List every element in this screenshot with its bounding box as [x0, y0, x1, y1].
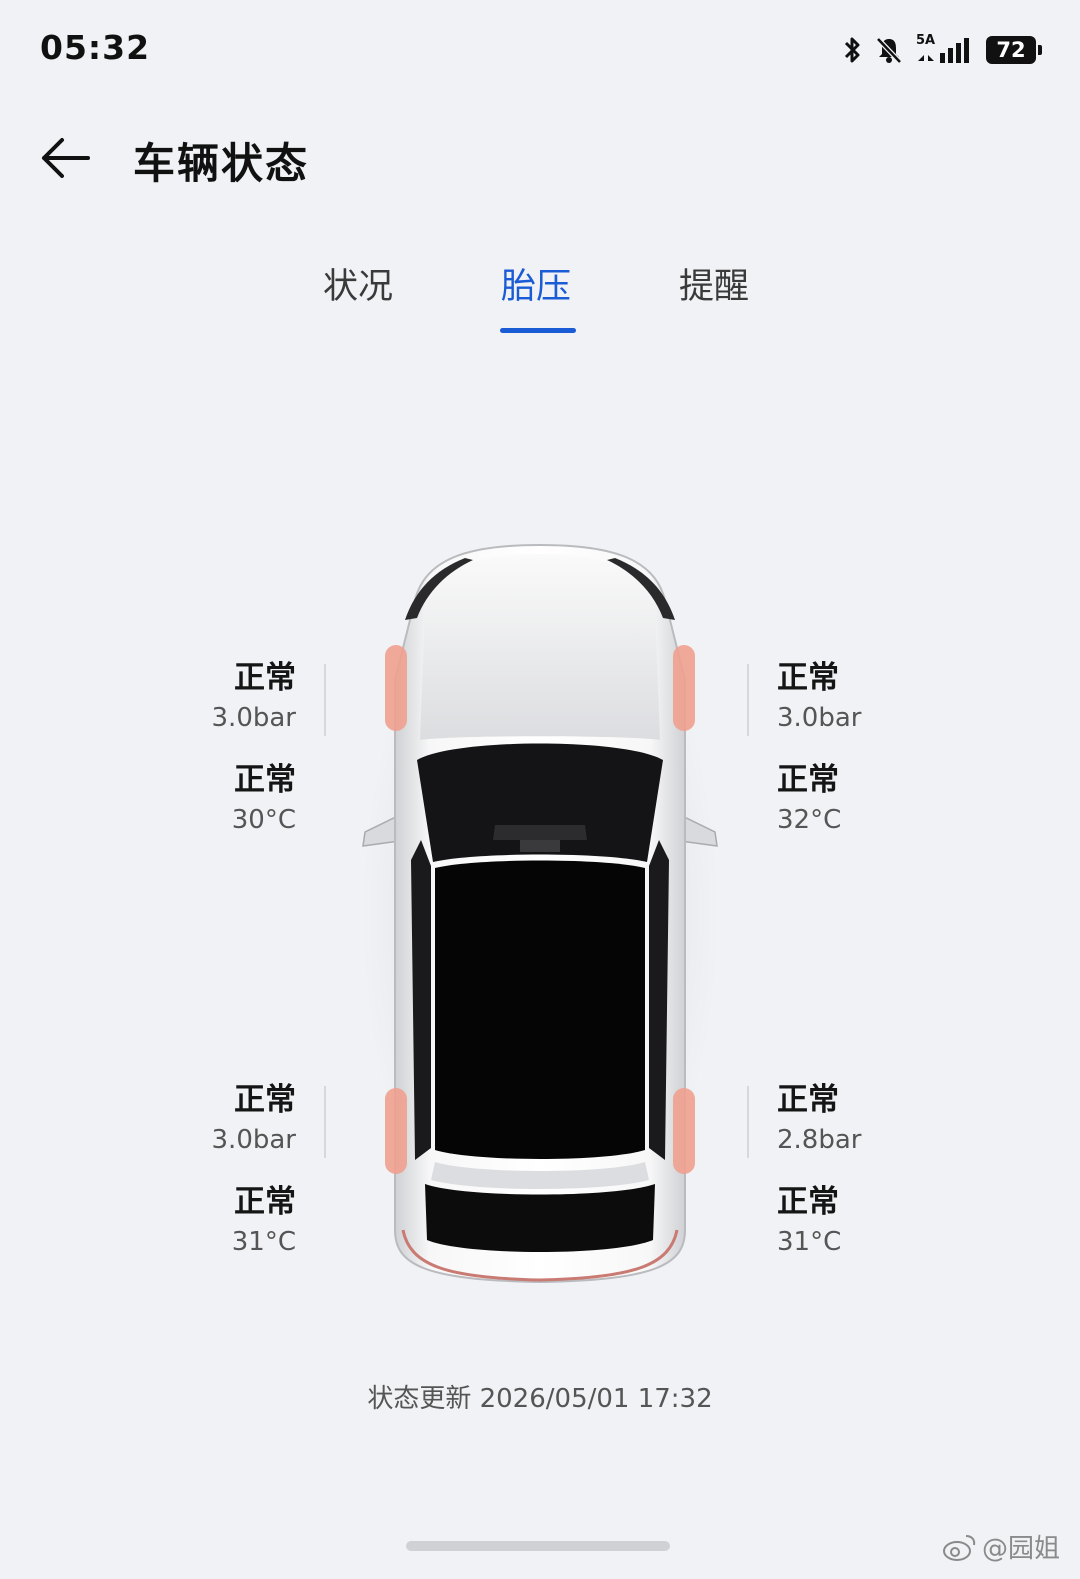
temperature-status: 正常 — [777, 1184, 839, 1220]
watermark: @园姐 — [942, 1528, 1060, 1565]
pressure-status: 正常 — [777, 660, 839, 696]
temperature-value: 31°C — [231, 1227, 296, 1257]
arrow-left-icon — [42, 138, 90, 178]
tab-tire-pressure[interactable]: 胎压 — [476, 258, 596, 309]
pressure-status: 正常 — [777, 1082, 839, 1118]
temperature-value: 32°C — [777, 805, 842, 835]
status-icons: 5A 72 — [842, 30, 1042, 70]
tire-info-rear-right: 正常 2.8bar 正常 31°C — [777, 1080, 937, 1262]
tire-front-left — [385, 645, 407, 731]
active-tab-indicator — [500, 328, 576, 333]
temperature-status: 正常 — [234, 762, 296, 798]
tire-front-right — [673, 645, 695, 731]
tire-rear-right — [673, 1088, 695, 1174]
pressure-value: 3.0bar — [211, 1125, 296, 1155]
divider — [324, 1086, 326, 1158]
battery-level: 72 — [996, 38, 1026, 62]
home-indicator[interactable] — [406, 1541, 670, 1551]
tire-info-front-left: 正常 3.0bar 正常 30°C — [136, 658, 296, 840]
pressure-status: 正常 — [234, 660, 296, 696]
weibo-logo-icon — [942, 1534, 976, 1561]
back-button[interactable] — [36, 128, 100, 188]
tab-bar: 状况 胎压 提醒 — [0, 258, 1080, 338]
divider — [747, 664, 749, 736]
battery-icon: 72 — [986, 36, 1042, 64]
page-title: 车辆状态 — [133, 139, 310, 188]
tab-condition[interactable]: 状况 — [298, 258, 418, 309]
temperature-status: 正常 — [777, 762, 839, 798]
divider — [747, 1086, 749, 1158]
status-update-time: 状态更新 2026/05/01 17:32 — [367, 1384, 713, 1414]
pressure-value: 3.0bar — [777, 703, 862, 733]
signal-icon: 5A — [916, 33, 974, 65]
status-bar: 05:32 5A 72 — [0, 0, 1080, 100]
temperature-value: 31°C — [777, 1227, 842, 1257]
pressure-value: 2.8bar — [777, 1125, 862, 1155]
bell-muted-icon — [874, 35, 904, 65]
tire-info-rear-left: 正常 3.0bar 正常 31°C — [136, 1080, 296, 1262]
divider — [324, 664, 326, 736]
car-top-view — [355, 540, 725, 1294]
pressure-value: 3.0bar — [211, 703, 296, 733]
tire-info-front-right: 正常 3.0bar 正常 32°C — [777, 658, 937, 840]
tab-reminder[interactable]: 提醒 — [654, 258, 774, 309]
temperature-value: 30°C — [231, 805, 296, 835]
temperature-status: 正常 — [234, 1184, 296, 1220]
bluetooth-icon — [842, 35, 862, 65]
clock: 05:32 — [40, 28, 151, 67]
tire-rear-left — [385, 1088, 407, 1174]
pressure-status: 正常 — [234, 1082, 296, 1118]
watermark-text: @园姐 — [981, 1534, 1060, 1564]
header: 车辆状态 — [0, 108, 1080, 208]
